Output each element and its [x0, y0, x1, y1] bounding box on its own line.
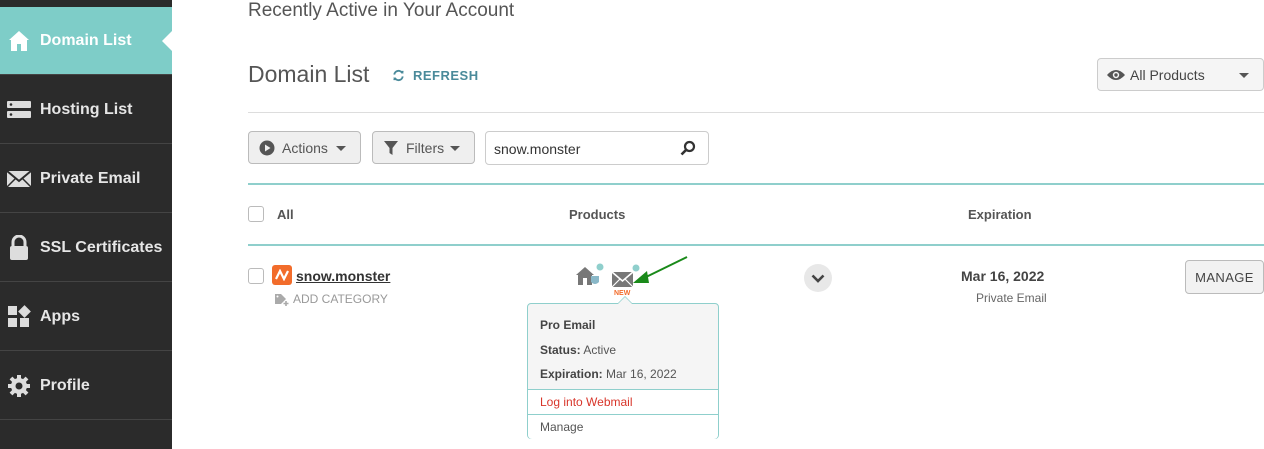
row-checkbox[interactable] — [248, 268, 264, 284]
sidebar-item-label: Hosting List — [40, 100, 133, 118]
chevron-down-icon — [1239, 73, 1249, 78]
recently-active-title: Recently Active in Your Account — [248, 0, 515, 21]
search-input[interactable] — [494, 139, 674, 159]
filter-icon — [383, 140, 399, 156]
expiration-date: Mar 16, 2022 — [961, 268, 1045, 284]
domain-name-link[interactable]: snow.monster — [296, 268, 390, 284]
table-top-border — [248, 183, 1264, 185]
sidebar-item-hosting-list[interactable]: Hosting List — [0, 76, 172, 144]
actions-label: Actions — [282, 139, 328, 156]
sidebar-item-label: Apps — [40, 307, 80, 325]
refresh-button[interactable]: REFRESH — [392, 68, 479, 83]
column-header-products: Products — [569, 207, 626, 222]
caret-down-icon — [450, 146, 460, 151]
lock-icon — [6, 234, 32, 261]
tag-plus-icon — [274, 293, 290, 306]
popover-expiration: Expiration: Mar 16, 2022 — [540, 367, 677, 381]
expiration-value: Mar 16, 2022 — [606, 367, 677, 381]
refresh-icon — [392, 69, 405, 82]
add-category-label: ADD CATEGORY — [293, 292, 388, 306]
divider — [248, 112, 1264, 113]
popover-title: Pro Email — [540, 318, 596, 332]
sidebar-item-private-email[interactable]: Private Email — [0, 145, 172, 213]
manage-button[interactable]: MANAGE — [1185, 260, 1264, 294]
hosting-product-icon[interactable] — [574, 263, 606, 294]
sidebar-item-profile[interactable]: Profile — [0, 352, 172, 420]
sidebar-item-label: Private Email — [40, 169, 141, 187]
sidebar-item-label: Domain List — [40, 31, 132, 49]
page-title: Domain List — [248, 61, 370, 87]
caret-down-icon — [336, 146, 346, 151]
sidebar-item-label: Profile — [40, 376, 90, 394]
status-label: Status: — [540, 343, 581, 357]
filters-label: Filters — [406, 139, 445, 156]
refresh-label: REFRESH — [413, 68, 479, 83]
status-value: Active — [583, 343, 617, 357]
actions-dropdown-button[interactable]: Actions — [248, 131, 361, 164]
sidebar: Domain List Hosting List Private Email S… — [0, 0, 172, 449]
column-header-expiration: Expiration — [968, 207, 1032, 222]
select-all-checkbox[interactable] — [248, 206, 264, 222]
chevron-down-icon — [811, 274, 825, 283]
table-header-border — [248, 244, 1264, 246]
annotation-arrow-icon — [633, 256, 688, 283]
products-filter-dropdown[interactable]: All Products — [1097, 58, 1264, 91]
search-icon[interactable] — [680, 140, 696, 161]
log-into-webmail-link[interactable]: Log into Webmail — [528, 390, 718, 414]
envelope-icon — [6, 166, 32, 192]
sidebar-item-ssl-certificates[interactable]: SSL Certificates — [0, 214, 172, 282]
gear-icon — [6, 373, 32, 399]
home-icon — [6, 28, 32, 54]
search-box — [485, 131, 709, 165]
expiration-label: Expiration: — [540, 367, 603, 381]
filters-dropdown-button[interactable]: Filters — [372, 131, 475, 164]
products-filter-value: All Products — [1130, 66, 1205, 83]
popover-status: Status: Active — [540, 343, 616, 357]
expand-row-button[interactable] — [804, 264, 832, 292]
expiration-product: Private Email — [976, 291, 1047, 305]
sidebar-item-domain-list[interactable]: Domain List — [0, 7, 172, 75]
column-header-all: All — [277, 207, 294, 222]
pro-email-popover: Pro Email Status: Active Expiration: Mar… — [527, 296, 719, 439]
play-circle-icon — [259, 140, 275, 156]
eye-icon — [1106, 68, 1126, 82]
sidebar-item-label: SSL Certificates — [40, 238, 163, 256]
registrar-logo-icon — [272, 265, 292, 285]
add-category-button[interactable]: ADD CATEGORY — [274, 292, 388, 306]
server-icon — [6, 97, 32, 123]
sidebar-item-apps[interactable]: Apps — [0, 283, 172, 351]
apps-grid-icon — [6, 304, 32, 330]
popover-manage-link[interactable]: Manage — [528, 415, 718, 439]
